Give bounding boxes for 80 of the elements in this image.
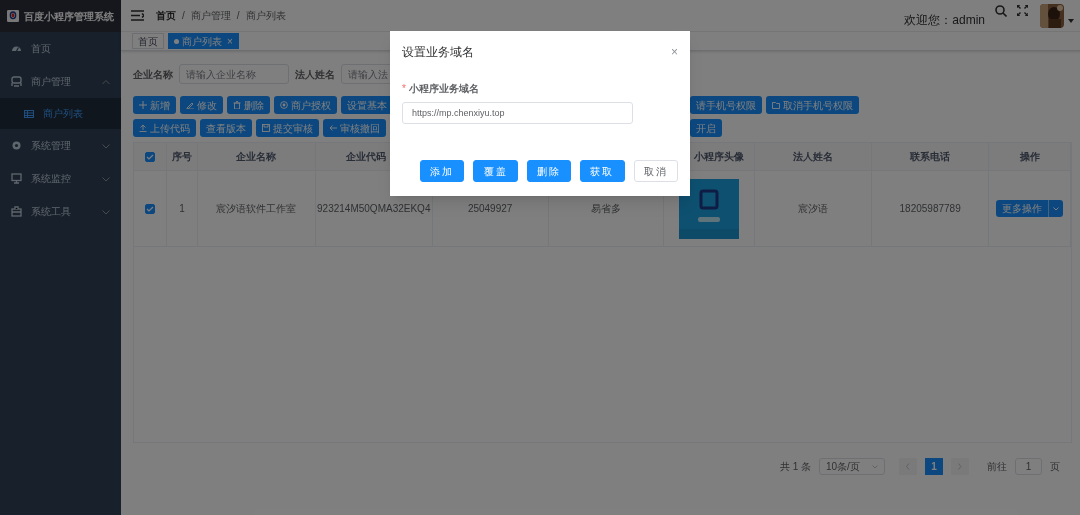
toolbar-button[interactable]: 修改 [180, 96, 223, 114]
table-cell-text: 25049927 [467, 202, 513, 216]
plus-icon [139, 101, 147, 109]
page-suffix: 页 [1050, 460, 1060, 474]
column-header: 联系电话 [910, 150, 951, 164]
trash-icon [233, 101, 241, 109]
goto-label: 前往 [987, 460, 1007, 474]
toolbar-button[interactable]: 上传代码 [133, 119, 196, 137]
page-input[interactable]: 1 [1015, 458, 1042, 475]
monitor-icon [11, 173, 22, 184]
toolbar-button[interactable]: 新增 [133, 96, 176, 114]
chevron-icon [872, 464, 878, 469]
toolbar-button[interactable]: 请手机号权限 [690, 96, 762, 114]
column-header: 序号 [171, 150, 192, 164]
toolbar-button[interactable]: 商户授权 [274, 96, 337, 114]
field-label: 小程序业务域名 [408, 82, 479, 96]
table-cell-text: 易省多 [591, 202, 621, 216]
column-header: 操作 [1019, 150, 1040, 164]
gear-icon [11, 140, 22, 151]
page-size-select[interactable]: 10条/页 [819, 458, 885, 475]
fullscreen-icon[interactable] [1017, 5, 1028, 16]
chevron-icon [1053, 206, 1060, 211]
submenu-item[interactable]: 商户列表 [0, 98, 121, 129]
toolbar-button[interactable]: 查看版本 [200, 119, 252, 137]
bus-icon [11, 76, 22, 87]
column-header: 企业名称 [236, 150, 277, 164]
total-count: 共 1 条 [779, 460, 811, 474]
toolbar-button[interactable]: 删除 [227, 96, 270, 114]
search-icon[interactable] [995, 4, 1007, 17]
logo-icon [7, 7, 19, 25]
table-cell-text: 宸汐语软件工作室 [216, 202, 297, 216]
sidebar-item[interactable]: 首页 [0, 32, 121, 65]
tab[interactable]: 商户列表 × [168, 33, 239, 49]
toolbar-button[interactable]: 取消手机号权限 [766, 96, 859, 114]
toolbar-button[interactable]: 提交审核 [256, 119, 319, 137]
checkbox[interactable] [145, 203, 155, 214]
close-icon[interactable]: × [227, 33, 233, 49]
toolbar-button[interactable]: 审核撤回 [323, 119, 386, 137]
table-cell-text: 1 [179, 202, 185, 216]
folder-icon [772, 101, 780, 109]
caret-icon[interactable] [1068, 18, 1074, 23]
toolbox-icon [11, 206, 22, 217]
pencil-icon [186, 101, 194, 109]
toolbar-button[interactable]: 设置基本 [341, 96, 393, 114]
breadcrumb-item: 商户列表 [245, 9, 286, 23]
arrow-left-icon [329, 124, 337, 132]
dialog-button[interactable]: 覆盖 [473, 160, 518, 182]
breadcrumb-separator: / [182, 9, 185, 23]
table-cell-text: 923214M50QMA32EKQ4 [317, 202, 431, 216]
upload-icon [139, 124, 147, 132]
breadcrumb-item[interactable]: 商户管理 [190, 8, 231, 23]
dialog-button[interactable]: 取消 [633, 160, 679, 182]
close-button[interactable]: × [671, 46, 678, 58]
checkbox[interactable] [145, 151, 155, 162]
menu-icon[interactable] [131, 10, 144, 21]
save-icon [262, 124, 270, 132]
table-cell-text: 18205987789 [899, 202, 961, 216]
check-icon [146, 205, 154, 212]
column-header: 法人姓名 [793, 150, 834, 164]
welcome-text: 欢迎您：admin [904, 12, 985, 29]
column-header: 小程序头像 [694, 150, 745, 164]
dialog-button[interactable]: 获取 [580, 160, 625, 182]
domain-input[interactable]: https://mp.chenxiyu.top [402, 102, 633, 124]
table-cell-text: 宸汐语 [798, 202, 829, 216]
dialog-button[interactable]: 删除 [526, 160, 572, 182]
column-header: 企业代码 [345, 150, 386, 164]
field-label: 企业名称 [133, 67, 173, 82]
breadcrumb-item[interactable]: 首页 [156, 8, 176, 23]
required-mark: * [402, 82, 406, 96]
app-title: 百度小程序管理系统 [24, 9, 114, 24]
table-icon [24, 109, 34, 118]
tab[interactable]: 首页 [132, 33, 164, 49]
gear-icon [280, 101, 288, 109]
check-icon [146, 153, 154, 160]
field-label: 法人姓名 [295, 67, 335, 82]
dialog-title: 设置业务域名 [402, 44, 474, 61]
toolbar-button[interactable]: 开启 [690, 119, 722, 137]
dialog-button[interactable]: 添加 [420, 160, 465, 182]
page-button[interactable]: 1 [925, 458, 943, 475]
breadcrumb-separator: / [236, 9, 240, 23]
